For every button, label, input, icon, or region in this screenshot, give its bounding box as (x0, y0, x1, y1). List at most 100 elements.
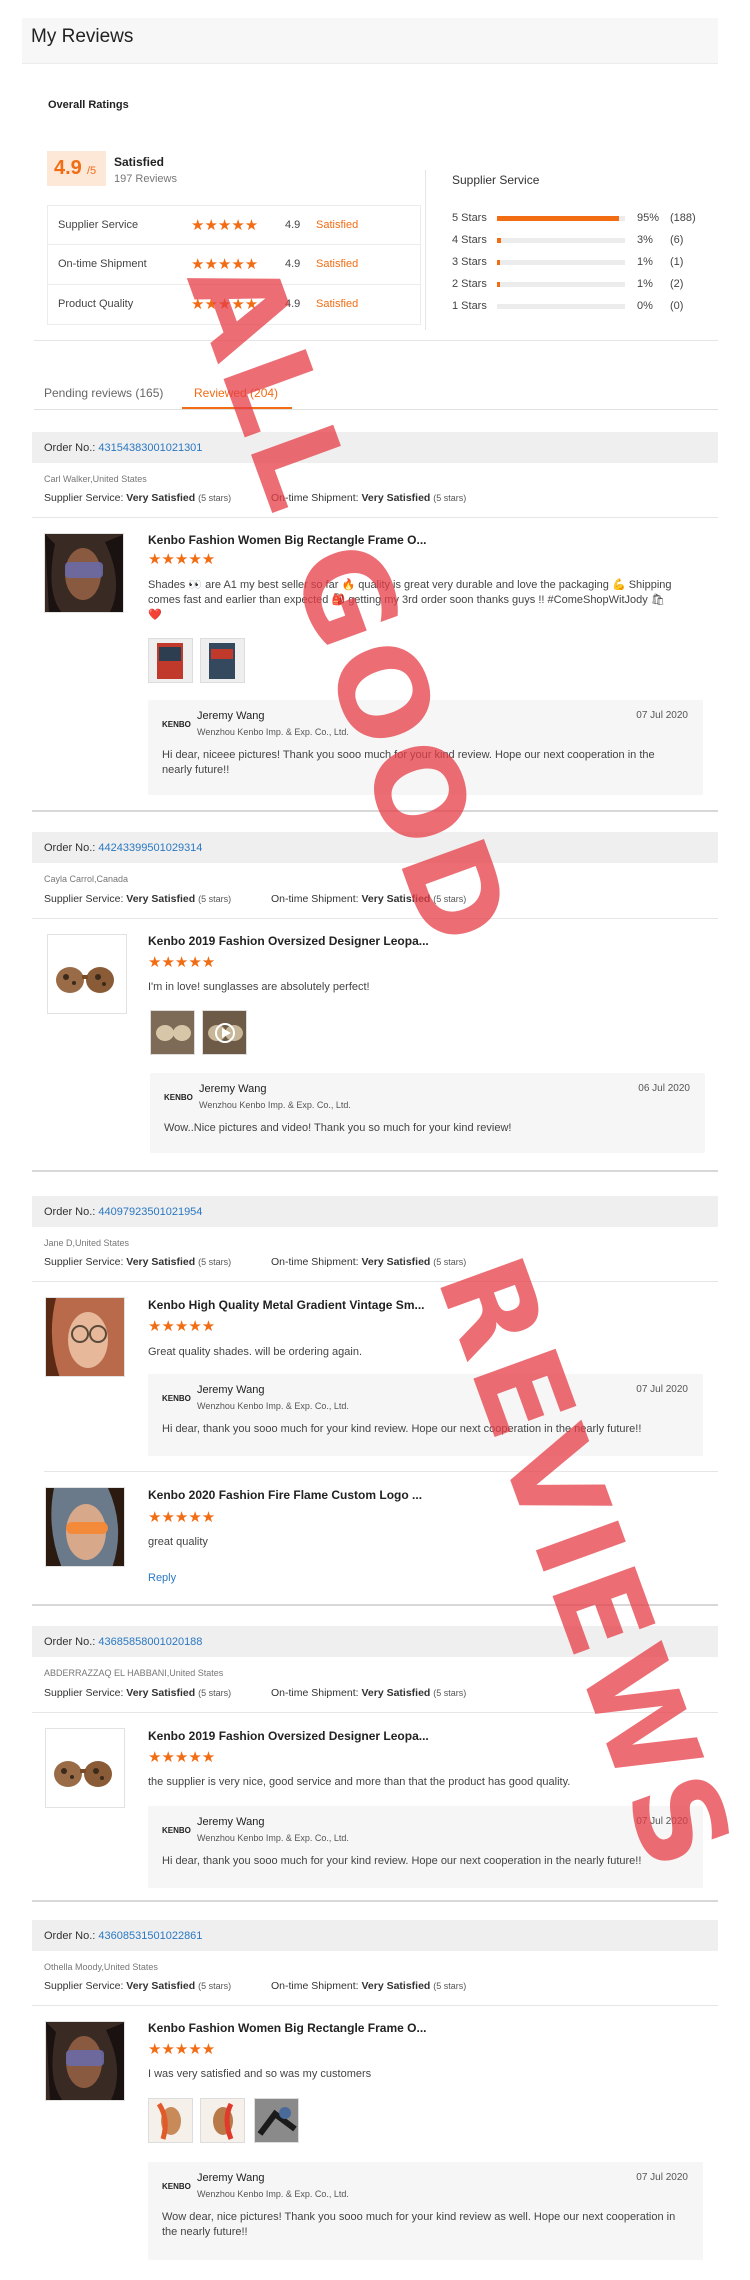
rating-stars: ★★★★★ (191, 256, 259, 273)
divider (32, 1604, 718, 1606)
order-no-label: Order No.: (44, 442, 96, 454)
review-video[interactable] (202, 1010, 247, 1055)
product-thumbnail[interactable] (45, 1297, 125, 1377)
review-photo[interactable] (148, 638, 193, 683)
order-number-link[interactable]: 43608531501022861 (98, 1930, 202, 1942)
review-stars: ★★★★★ (148, 1749, 216, 1766)
meta-value: Very Satisfied (361, 1256, 431, 1268)
distribution-bar-fill (497, 216, 619, 221)
reply-company: Wenzhou Kenbo Imp. & Exp. Co., Ltd. (197, 727, 349, 737)
overall-score: 4.9 (54, 157, 82, 179)
divider (32, 918, 718, 919)
order-number-link[interactable]: 43685858001020188 (98, 1636, 202, 1648)
review-text: great quality (148, 1536, 208, 1548)
meta-stars: (5 stars) (198, 1257, 232, 1267)
ontime-shipment-rating: On-time Shipment: Very Satisfied (5 star… (271, 893, 466, 905)
product-title-link[interactable]: Kenbo 2019 Fashion Oversized Designer Le… (148, 934, 448, 948)
meta-stars: (5 stars) (198, 1688, 232, 1698)
tab-pending-reviews[interactable]: Pending reviews (165) (44, 386, 163, 400)
review-stars: ★★★★★ (148, 551, 216, 568)
meta-label: On-time Shipment: (271, 1687, 359, 1699)
order-number-link[interactable]: 44097923501021954 (98, 1206, 202, 1218)
review-tabs: Pending reviews (165) Reviewed (204) (34, 344, 718, 410)
star-label: 4 Stars (452, 234, 487, 246)
distribution-bar (497, 304, 625, 309)
review-photo[interactable] (200, 638, 245, 683)
reply-author: Jeremy Wang (197, 710, 265, 722)
reply-text: Hi dear, niceee pictures! Thank you sooo… (162, 749, 655, 776)
review-photo[interactable] (150, 1010, 195, 1055)
order-header: Order No.: 44243399501029314 (32, 832, 718, 863)
divider (32, 1170, 718, 1172)
product-title-link[interactable]: Kenbo Fashion Women Big Rectangle Frame … (148, 533, 448, 547)
supplier-logo: KENBO (162, 720, 191, 729)
product-title-link[interactable]: Kenbo 2020 Fashion Fire Flame Custom Log… (148, 1488, 448, 1502)
meta-stars: (5 stars) (433, 1688, 467, 1698)
supplier-reply: KENBO Jeremy Wang Wenzhou Kenbo Imp. & E… (148, 1806, 703, 1888)
order-header: Order No.: 44097923501021954 (32, 1196, 718, 1227)
rating-status: Satisfied (316, 258, 359, 270)
product-thumbnail[interactable] (45, 2021, 125, 2101)
product-thumbnail[interactable] (45, 1487, 125, 1567)
star-percent: 3% (637, 234, 653, 246)
reply-link[interactable]: Reply (148, 1572, 176, 1584)
star-label: 3 Stars (452, 256, 487, 268)
order-number-link[interactable]: 44243399501029314 (98, 842, 202, 854)
supplier-reply: KENBO Jeremy Wang Wenzhou Kenbo Imp. & E… (148, 2162, 703, 2260)
active-tab-indicator (182, 407, 292, 409)
product-title-link[interactable]: Kenbo 2019 Fashion Oversized Designer Le… (148, 1729, 448, 1743)
customer-name: Carl Walker,United States (44, 474, 147, 484)
meta-value: Very Satisfied (126, 1687, 196, 1699)
product-thumbnail[interactable] (47, 934, 127, 1014)
reply-company: Wenzhou Kenbo Imp. & Exp. Co., Ltd. (197, 2189, 349, 2199)
reply-author: Jeremy Wang (197, 1384, 265, 1396)
rating-row-product-quality: Product Quality ★★★★★ 4.9 Satisfied (47, 285, 421, 325)
rating-row-name: On-time Shipment (58, 258, 147, 270)
meta-label: Supplier Service: (44, 893, 124, 905)
order-number-link[interactable]: 43154383001021301 (98, 442, 202, 454)
supplier-service-title: Supplier Service (452, 173, 540, 187)
rating-value: 4.9 (285, 298, 301, 310)
distribution-bar-fill (497, 282, 500, 287)
supplier-logo: KENBO (162, 1826, 191, 1835)
product-title-link[interactable]: Kenbo High Quality Metal Gradient Vintag… (148, 1298, 448, 1312)
supplier-service-rating: Supplier Service: Very Satisfied (5 star… (44, 1256, 231, 1268)
star-label: 5 Stars (452, 212, 487, 224)
distribution-bar (497, 216, 625, 221)
review-text: the supplier is very nice, good service … (148, 1776, 571, 1788)
review-photo[interactable] (148, 2098, 193, 2143)
distribution-bar (497, 238, 625, 243)
product-thumbnail[interactable] (44, 533, 124, 613)
overall-ratings-title: Overall Ratings (48, 99, 129, 111)
supplier-reply: KENBO Jeremy Wang Wenzhou Kenbo Imp. & E… (148, 1374, 703, 1456)
review-photo[interactable] (200, 2098, 245, 2143)
meta-value: Very Satisfied (361, 1980, 431, 1992)
star-label: 1 Stars (452, 300, 487, 312)
meta-stars: (5 stars) (198, 1981, 232, 1991)
ontime-shipment-rating: On-time Shipment: Very Satisfied (5 star… (271, 1687, 466, 1699)
overall-score-max: /5 (87, 165, 97, 177)
star-percent: 1% (637, 256, 653, 268)
meta-stars: (5 stars) (433, 493, 467, 503)
product-thumbnail[interactable] (45, 1728, 125, 1808)
meta-label: On-time Shipment: (271, 1980, 359, 1992)
order-header: Order No.: 43685858001020188 (32, 1626, 718, 1657)
star-count: (1) (670, 256, 684, 268)
product-title-link[interactable]: Kenbo Fashion Women Big Rectangle Frame … (148, 2021, 448, 2035)
overall-satisfaction-label: Satisfied (114, 155, 165, 169)
reply-date: 07 Jul 2020 (636, 1816, 688, 1827)
watermark-line-2: REVIEWS (409, 1240, 750, 1890)
reply-company: Wenzhou Kenbo Imp. & Exp. Co., Ltd. (197, 1833, 349, 1843)
star-distribution-row: 4 Stars 3% (6) (452, 232, 742, 248)
order-no-label: Order No.: (44, 1206, 96, 1218)
meta-value: Very Satisfied (361, 492, 431, 504)
review-photo[interactable] (254, 2098, 299, 2143)
order-no-label: Order No.: (44, 1636, 96, 1648)
divider (32, 1712, 718, 1713)
supplier-reply: KENBO Jeremy Wang Wenzhou Kenbo Imp. & E… (150, 1073, 705, 1153)
customer-name: Cayla Carrol,Canada (44, 874, 129, 884)
distribution-bar-fill (497, 260, 500, 265)
tab-reviewed[interactable]: Reviewed (204) (194, 386, 278, 400)
ontime-shipment-rating: On-time Shipment: Very Satisfied (5 star… (271, 492, 466, 504)
divider (34, 340, 718, 341)
